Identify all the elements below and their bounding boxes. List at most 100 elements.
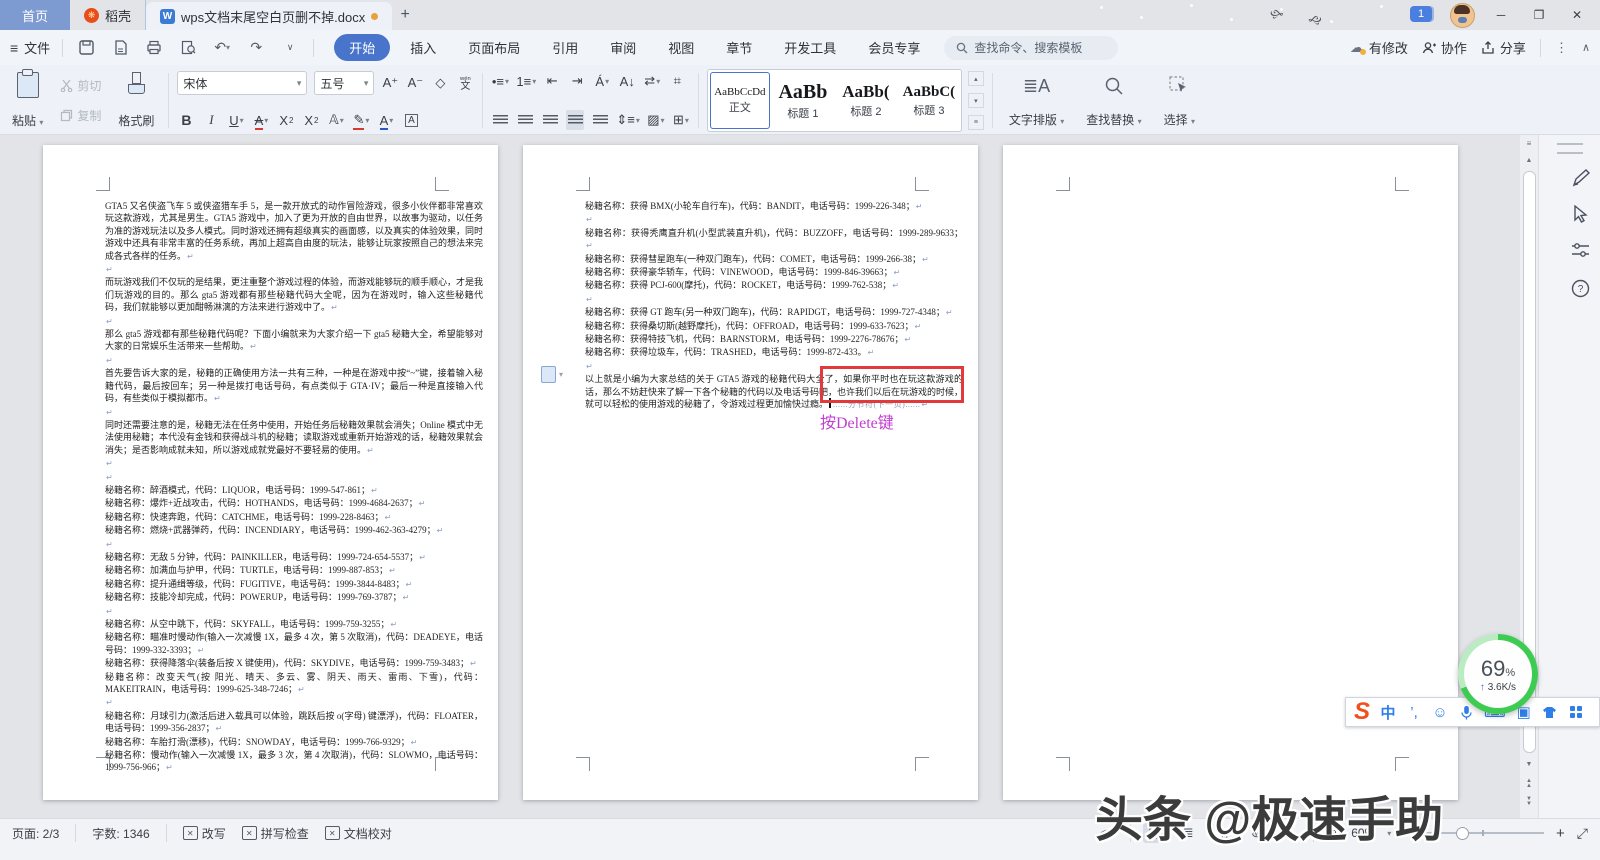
undo-button[interactable]: ↶ ▾ [211,37,233,59]
command-search[interactable]: 查找命令、搜索模板 [944,35,1119,60]
page-1-text[interactable]: GTA5 又名侠盗飞车 5 或侠盗猎车手 5，是一款开放式的动作冒险游戏，很多小… [105,200,483,775]
previous-page-icon[interactable]: ▲ ▲ [1520,778,1538,789]
text-effects-button[interactable]: 𝔸 ▾ [327,110,345,130]
wrap-button[interactable]: ⇄ ▾ [643,71,661,91]
toggle-拼写检查[interactable]: ✕ 拼写检查 [241,825,309,842]
font-size-select[interactable]: 五号 ▾ [314,71,375,95]
paragraph[interactable]: 同时还需要注意的是，秘籍无法在任务中使用，开始任务后秘籍效果就会消失；Onlin… [105,419,483,457]
next-page-icon[interactable]: ▼ ▼ [1520,796,1538,807]
increase-font-button[interactable]: A⁺ [381,73,399,93]
text-layout-button[interactable]: ≣A 文字排版 ▾ [1001,69,1072,132]
paragraph[interactable]: 秘籍名称：获得秃鹰直升机(小型武装直升机)，代码：BUZZOFF，电话号码：19… [585,227,963,253]
strikethrough-button[interactable]: A ▾ [252,110,270,130]
quickbar-more-button[interactable]: ∨ [279,37,301,59]
zoom-in-button[interactable]: + [1556,825,1565,842]
paragraph[interactable]: 秘籍名称：月球引力(激活后进入载具可以体验，跳跃后按 o(字母) 键漂浮)，代码… [105,710,483,736]
file-menu-button[interactable]: ≡ 文件 [10,38,50,57]
scroll-up-icon[interactable]: ▲ [1520,157,1538,164]
subscript-button[interactable]: X2 [302,110,320,130]
paragraph[interactable]: 秘籍名称：获得垃圾车，代码：TRASHED，电话号码：1999-872-433。… [585,346,963,359]
collaborate-button[interactable]: 协作 [1422,38,1467,57]
page-1[interactable]: GTA5 又名侠盗飞车 5 或侠盗猎车手 5，是一款开放式的动作冒险游戏，很多小… [43,145,498,800]
cloud-sync-status[interactable]: ☁ 有修改 [1350,38,1408,57]
cut-button[interactable]: 剪切 [55,75,106,96]
text-direction-button[interactable]: A↓ [618,71,636,91]
zoom-slider-thumb[interactable] [1456,827,1470,840]
justify-button[interactable] [566,110,585,130]
ime-emoji-icon[interactable]: ☺ [1432,704,1448,721]
paragraph[interactable]: 秘籍名称：获得豪华轿车，代码：VINEWOOD，电话号码：1999-846-39… [585,266,963,279]
ime-voice-icon[interactable] [1458,705,1474,720]
page-layout-margin-icon[interactable]: ▾ [541,366,563,383]
menu-tab-页面布局[interactable]: 页面布局 [456,34,532,61]
collapse-ribbon-button[interactable]: ∧ [1582,41,1590,54]
avatar[interactable] [1450,3,1475,28]
sogou-logo-icon[interactable]: S [1354,700,1370,724]
maximize-button[interactable]: ❐ [1522,0,1556,30]
menu-tab-引用[interactable]: 引用 [540,34,590,61]
toggle-文档校对[interactable]: ✕ 文档校对 [324,825,392,842]
paragraph[interactable]: 秘籍名称：获得 PCJ-600(摩托)，代码：ROCKET，电话号码：1999-… [585,279,963,292]
paragraph[interactable]: 秘籍名称：快速奔跑，代码：CATCHME，电话号码：1999-228-8463；… [105,511,483,524]
menu-tab-视图[interactable]: 视图 [656,34,706,61]
ime-punctuation-icon[interactable]: ’, [1406,704,1422,721]
paragraph[interactable]: 秘籍名称：加满血与护甲，代码：TURTLE，电话号码：1999-887-853；… [105,564,483,577]
character-shading-button[interactable]: A [402,110,420,130]
output-pdf-button[interactable] [109,37,131,59]
paragraph[interactable]: 秘籍名称：醉酒模式，代码：LIQUOR，电话号码：1999-547-861；↵ [105,484,483,497]
font-name-select[interactable]: 宋体 ▾ [177,71,308,95]
paragraph[interactable]: 秘籍名称：提升通缉等级，代码：FUGITIVE，电话号码：1999-3844-8… [105,578,483,591]
format-painter-button[interactable]: 格式刷 [112,69,160,132]
edit-pen-icon[interactable] [1567,165,1593,191]
menu-tab-插入[interactable]: 插入 [398,34,448,61]
paragraph[interactable]: ↵ [105,538,483,551]
new-tab-button[interactable]: + [392,0,418,30]
align-right-button[interactable] [541,110,559,130]
distribute-button[interactable] [591,110,609,130]
ime-language-toggle[interactable]: 中 [1380,702,1396,723]
toggle-改写[interactable]: ✕ 改写 [182,825,226,842]
print-preview-button[interactable] [177,37,199,59]
text-tool-button[interactable]: Á ▾ [593,71,611,91]
settings-sliders-icon[interactable] [1567,237,1593,263]
tab-document[interactable]: W wps文档末尾空白页删不掉.docx [146,2,393,30]
help-icon[interactable]: ? [1567,275,1593,301]
italic-button[interactable]: I [202,110,220,130]
paragraph[interactable]: 秘籍名称：获得彗星跑车(一种双门跑车)，代码：COMET，电话号码：1999-2… [585,253,963,266]
menu-tab-审阅[interactable]: 审阅 [598,34,648,61]
paragraph[interactable]: 秘籍名称：瞄准时慢动作(输入一次减慢 1X，最多 4 次，第 5 次取消)，代码… [105,631,483,657]
minimize-button[interactable]: ─ [1484,0,1518,30]
select-arrow-icon[interactable] [1567,201,1593,227]
tab-home[interactable]: 首页 [0,0,70,30]
paragraph[interactable]: ↵ [585,213,963,226]
page-indicator[interactable]: 页面: 2/3 [12,825,59,842]
bullet-list-button[interactable]: •≡ ▾ [491,71,509,91]
print-button[interactable] [143,37,165,59]
paragraph[interactable]: ↵ [105,406,483,419]
style-标题 2[interactable]: AaBb(标题 2 [836,72,896,129]
style-scroll-down-icon[interactable]: ▾ [967,93,984,108]
page-2[interactable]: 秘籍名称：获得 BMX(小轮车自行车)，代码：BANDIT，电话号码：1999-… [523,145,978,800]
paragraph[interactable]: ↵ [105,263,483,276]
paragraph[interactable]: 秘籍名称：燃烧+武器弹药，代码：INCENDIARY，电话号码：1999-462… [105,524,483,537]
copy-button[interactable]: 复制 [55,105,106,126]
save-button[interactable] [75,37,97,59]
align-center-button[interactable] [516,110,534,130]
fullscreen-icon[interactable]: ⤢ [1577,825,1588,842]
menu-tab-开始[interactable]: 开始 [334,34,391,61]
paragraph[interactable]: ↵ [105,457,483,470]
paragraph[interactable]: ↵ [105,315,483,328]
align-left-button[interactable] [491,110,509,130]
paragraph[interactable]: 秘籍名称：获得 BMX(小轮车自行车)，代码：BANDIT，电话号码：1999-… [585,200,963,213]
paragraph[interactable]: 秘籍名称：获得特技飞机，代码：BARNSTORM，电话号码：1999-2276-… [585,333,963,346]
ruler-toggle-icon[interactable]: ≡ [1520,139,1538,148]
paragraph[interactable]: 秘籍名称：从空中跳下，代码：SKYFALL，电话号码：1999-759-3255… [105,618,483,631]
paragraph[interactable]: 秘籍名称：获得桑切斯(越野摩托)，代码：OFFROAD，电话号码：1999-63… [585,320,963,333]
menu-tab-会员专享[interactable]: 会员专享 [856,34,932,61]
shading-button[interactable]: ▨ ▾ [647,110,665,130]
paragraph[interactable]: 秘籍名称：爆炸+近战攻击，代码：HOTHANDS，电话号码：1999-4684-… [105,497,483,510]
style-标题 3[interactable]: AaBbC(标题 3 [899,72,959,129]
paragraph[interactable]: 秘籍名称：车胎打滑(漂移)，代码：SNOWDAY，电话号码：1999-766-9… [105,736,483,749]
close-button[interactable]: ✕ [1560,0,1594,30]
share-button[interactable]: 分享 [1481,38,1526,57]
